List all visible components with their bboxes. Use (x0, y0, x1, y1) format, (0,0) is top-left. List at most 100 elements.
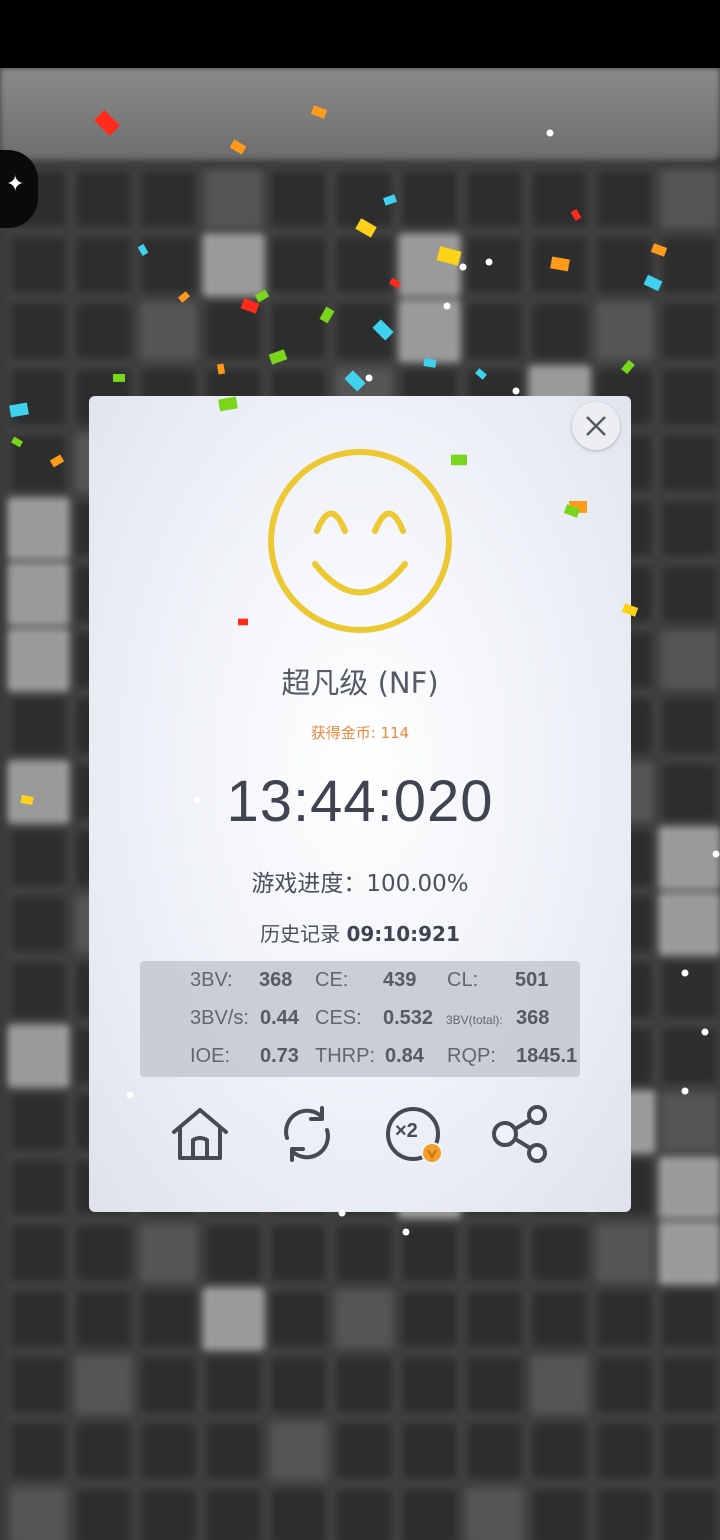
stat-label-ce: CE: (315, 969, 349, 991)
board-cell (138, 1222, 200, 1285)
board-cell (268, 233, 330, 296)
double-reward-label: ×2 (395, 1120, 418, 1142)
board-cell (8, 1354, 70, 1417)
stat-value-ces: 0.532 (383, 1007, 434, 1029)
board-cell (463, 1354, 525, 1417)
action-bar: ×2 (89, 1102, 631, 1172)
board-cell (8, 1024, 70, 1087)
board-cell (73, 1354, 135, 1417)
coins-earned: 获得金币: 114 (89, 722, 631, 743)
board-cell (8, 629, 70, 692)
stat-value-rqp: 1845.1 (516, 1045, 578, 1067)
board-cell (73, 233, 135, 296)
stat-value-3bvs: 0.44 (260, 1007, 299, 1029)
board-cell (658, 431, 720, 494)
board-cell (528, 1486, 590, 1540)
board-cell (658, 1288, 720, 1351)
board-cell (463, 168, 525, 230)
board-cell (398, 1288, 460, 1351)
board-cell (658, 1354, 720, 1417)
board-cell (658, 958, 720, 1021)
board-cell (658, 299, 720, 362)
board-cell (8, 431, 70, 494)
board-cell (8, 695, 70, 758)
board-cell (8, 1156, 70, 1219)
board-cell (658, 1090, 720, 1153)
board-cell (73, 1420, 135, 1483)
board-cell (203, 1486, 265, 1540)
board-cell (528, 1354, 590, 1417)
puzzle-icon: ✦ (6, 172, 25, 197)
board-cell (268, 1222, 330, 1285)
board-cell (8, 1420, 70, 1483)
board-cell (658, 1024, 720, 1087)
board-cell (138, 1486, 200, 1540)
board-cell (203, 299, 265, 362)
result-dialog: 超凡级 (NF) 获得金币: 114 13:44:020 游戏进度：100.00… (89, 396, 631, 1212)
stat-value-thrp: 0.84 (385, 1045, 424, 1067)
board-cell (8, 892, 70, 955)
board-cell (73, 1288, 135, 1351)
share-icon (492, 1105, 547, 1163)
double-reward-button[interactable]: ×2 (383, 1102, 447, 1166)
board-cell (8, 299, 70, 362)
board-cell (203, 233, 265, 296)
board-cell (463, 1222, 525, 1285)
board-cell (593, 1420, 655, 1483)
stat-label-thrp: THRP: (315, 1045, 375, 1067)
board-cell (203, 1420, 265, 1483)
board-cell (8, 1288, 70, 1351)
board-cell (463, 1486, 525, 1540)
board-cell (268, 1354, 330, 1417)
board-cell (463, 1420, 525, 1483)
board-cell (138, 1288, 200, 1351)
replay-button[interactable] (275, 1102, 339, 1166)
board-cell (8, 1486, 70, 1540)
replay-icon (284, 1106, 330, 1162)
board-cell (333, 1486, 395, 1540)
board-cell (658, 1156, 720, 1219)
board-cell (333, 1354, 395, 1417)
board-cell (203, 168, 265, 230)
stat-label-ces: CES: (315, 1007, 362, 1029)
board-cell (658, 892, 720, 955)
board-cell (333, 1420, 395, 1483)
board-cell (8, 497, 70, 560)
board-cell (8, 958, 70, 1021)
progress-label: 游戏进度： (251, 871, 367, 897)
board-cell (138, 233, 200, 296)
board-cell (203, 1354, 265, 1417)
board-cell (398, 299, 460, 362)
board-cell (138, 299, 200, 362)
board-cell (398, 168, 460, 230)
board-cell (658, 233, 720, 296)
board-cell (398, 1486, 460, 1540)
share-button[interactable] (490, 1102, 554, 1166)
board-cell (268, 1486, 330, 1540)
stat-value-ioe: 0.73 (260, 1045, 299, 1067)
board-cell (8, 563, 70, 626)
stats-panel: 3BV: 368 CE: 439 CL: 501 3BV/s: 0.44 CES… (140, 961, 580, 1077)
stat-label-ioe: IOE: (190, 1045, 231, 1067)
board-cell (528, 233, 590, 296)
close-button[interactable] (572, 402, 620, 450)
board-cell (8, 365, 70, 428)
stat-label-3bvs: 3BV/s: (190, 1007, 249, 1029)
board-cell (593, 1486, 655, 1540)
board-cell (8, 233, 70, 296)
board-cell (658, 827, 720, 889)
board-cell (73, 168, 135, 230)
board-cell (593, 1222, 655, 1285)
game-toolbar (0, 68, 720, 160)
history-record: 历史记录 09:10:921 (89, 918, 631, 947)
board-cell (593, 299, 655, 362)
board-cell (203, 1288, 265, 1351)
board-cell (8, 761, 70, 824)
coins-value: 114 (380, 724, 410, 742)
board-cell (138, 1420, 200, 1483)
home-button[interactable] (168, 1102, 232, 1166)
board-cell (73, 1222, 135, 1285)
board-cell (8, 1222, 70, 1285)
board-cell (593, 1288, 655, 1351)
board-cell (658, 563, 720, 626)
